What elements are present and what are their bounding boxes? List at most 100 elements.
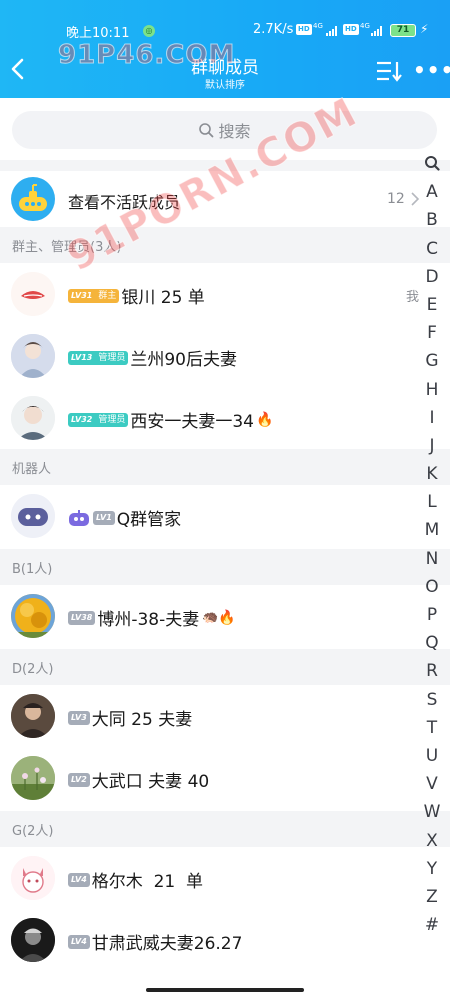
self-tag: 我 (406, 290, 420, 305)
level-badge: LV13 (68, 350, 96, 365)
index-letter[interactable]: F (421, 319, 443, 347)
index-letter[interactable]: M (421, 516, 443, 544)
level-badge: LV31 (68, 288, 96, 303)
index-letter[interactable]: T (421, 714, 443, 742)
avatar (11, 694, 55, 738)
notification-icon: ◎ (143, 25, 155, 37)
member-name: Q群管家 (116, 510, 182, 530)
member-row[interactable]: LV38 博州-38-夫妻 🦔 🔥 (0, 585, 450, 647)
index-letter[interactable]: A (421, 178, 443, 206)
network-type-1: 4G (313, 22, 323, 30)
inactive-count: 12 (387, 191, 405, 207)
member-row[interactable]: LV2 大武口 夫妻 40 (0, 747, 450, 809)
avatar (11, 396, 55, 440)
level-badge: LV4 (68, 872, 90, 887)
network-type-2: 4G (360, 22, 370, 30)
owner-badge: 群主 (95, 288, 120, 303)
charging-icon: ⚡ (420, 22, 429, 36)
sort-mode-label[interactable]: 默认排序 (150, 76, 300, 91)
index-letter[interactable]: W (421, 798, 443, 826)
level-badge: LV38 (68, 610, 96, 625)
avatar (11, 756, 55, 800)
index-letter[interactable]: G (421, 347, 443, 375)
section-label: 群主、管理员(3人) (12, 240, 122, 255)
member-row[interactable]: LV4 格尔木 21 单 (0, 847, 450, 909)
admin-badge: 管理员 (95, 412, 129, 427)
member-row[interactable]: LV3 大同 25 夫妻 (0, 685, 450, 747)
index-letter[interactable]: N (421, 545, 443, 573)
member-name: 大武口 夫妻 40 (91, 772, 210, 792)
hd-badge-1: HD (296, 24, 312, 35)
index-letter[interactable]: X (421, 827, 443, 855)
avatar (11, 594, 55, 638)
index-letter[interactable]: H (421, 376, 443, 404)
section-label: D(2人) (12, 662, 54, 677)
index-letter[interactable]: V (421, 770, 443, 798)
member-row[interactable]: LV1 Q群管家 (0, 485, 450, 547)
member-row[interactable]: LV31 群主 银川 25 单 我 (0, 263, 450, 325)
section-label: B(1人) (12, 562, 53, 577)
sort-icon[interactable] (376, 60, 402, 82)
status-time: 晚上10:11 (66, 26, 130, 41)
signal-icon-1 (326, 26, 340, 36)
search-input[interactable]: 搜索 (12, 111, 437, 149)
member-row[interactable]: LV4 甘肃武威夫妻26.27 (0, 909, 450, 971)
inactive-members-label: 查看不活跃成员 (68, 193, 181, 212)
level-badge: LV32 (68, 412, 96, 427)
inactive-members-row[interactable]: 查看不活跃成员 12 (0, 171, 450, 227)
member-name: 西安一夫妻一34 (130, 412, 254, 432)
index-letter[interactable]: U (421, 742, 443, 770)
index-letter[interactable]: # (421, 911, 443, 939)
member-name: 兰州90后夫妻 (130, 350, 237, 370)
index-letter[interactable]: Y (421, 855, 443, 883)
index-letter[interactable]: Z (421, 883, 443, 911)
section-header: B(1人) (0, 549, 450, 585)
member-name: 博州-38-夫妻 (97, 610, 200, 630)
back-arrow-icon[interactable] (8, 56, 28, 82)
avatar (11, 856, 55, 900)
section-label: 机器人 (12, 462, 52, 477)
status-bar: 晚上10:11 ◎ 2.7K/s HD 4G HD 4G 71 ⚡ (0, 22, 450, 42)
member-name: 银川 25 单 (121, 288, 205, 308)
index-letter[interactable]: L (421, 488, 443, 516)
index-letter[interactable]: S (421, 686, 443, 714)
index-letter[interactable]: C (421, 235, 443, 263)
battery-icon: 71 (390, 24, 416, 37)
alphabet-index[interactable]: A B C D E F G H I J K L M N O P Q R S T U V W X Y Z # (421, 150, 443, 935)
avatar (11, 918, 55, 962)
search-icon (199, 123, 214, 138)
sticker-icon: 🦔 (202, 610, 219, 625)
section-header: 机器人 (0, 449, 450, 485)
section-header: D(2人) (0, 649, 450, 685)
index-letter[interactable]: D (421, 263, 443, 291)
index-search-icon[interactable] (421, 150, 443, 178)
index-letter[interactable]: O (421, 573, 443, 601)
home-indicator[interactable] (146, 988, 304, 992)
index-letter[interactable]: K (421, 460, 443, 488)
index-letter[interactable]: J (421, 432, 443, 460)
avatar (11, 334, 55, 378)
page-title: 群聊成员 (191, 58, 259, 78)
index-letter[interactable]: B (421, 206, 443, 234)
robot-avatar (11, 494, 55, 538)
index-letter[interactable]: R (421, 657, 443, 685)
app-header: 晚上10:11 ◎ 2.7K/s HD 4G HD 4G 71 ⚡ 群聊成员 默… (0, 0, 450, 98)
level-badge: LV1 (93, 510, 115, 525)
member-row[interactable]: LV13 管理员 兰州90后夫妻 (0, 325, 450, 387)
section-label: G(2人) (12, 824, 54, 839)
index-letter[interactable]: Q (421, 629, 443, 657)
fire-icon: 🔥 (218, 609, 236, 626)
chevron-right-icon (411, 192, 420, 206)
hd-badge-2: HD (343, 24, 359, 35)
member-row[interactable]: LV32 管理员 西安一夫妻一34 🔥 (0, 387, 450, 449)
index-letter[interactable]: I (421, 404, 443, 432)
index-letter[interactable]: E (421, 291, 443, 319)
network-speed: 2.7K/s (253, 22, 294, 37)
index-letter[interactable]: P (421, 601, 443, 629)
section-header: 群主、管理员(3人) (0, 227, 450, 263)
level-badge: LV3 (68, 710, 90, 725)
more-options-icon[interactable]: ••• (413, 60, 450, 80)
member-name: 大同 25 夫妻 (91, 710, 193, 730)
signal-icon-2 (371, 26, 385, 36)
avatar (11, 272, 55, 316)
